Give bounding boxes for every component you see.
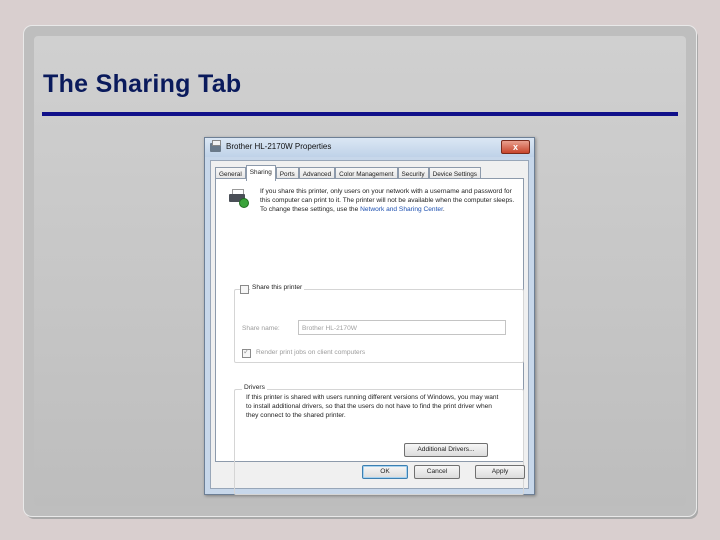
network-sharing-center-link[interactable]: Network and Sharing Center bbox=[360, 206, 443, 213]
cancel-button[interactable]: Cancel bbox=[414, 465, 460, 479]
title-rule bbox=[42, 112, 678, 116]
share-printer-checkbox[interactable] bbox=[240, 285, 249, 294]
printer-properties-dialog: Brother HL-2170W Properties x General Sh… bbox=[204, 137, 535, 495]
sharing-info-end: . bbox=[442, 206, 445, 214]
close-button[interactable]: x bbox=[501, 140, 530, 154]
additional-drivers-button[interactable]: Additional Drivers... bbox=[404, 443, 488, 457]
share-name-field[interactable]: Brother HL-2170W bbox=[298, 320, 506, 335]
ok-button[interactable]: OK bbox=[362, 465, 408, 479]
dialog-title: Brother HL-2170W Properties bbox=[226, 142, 332, 151]
share-printer-label: Share this printer bbox=[250, 284, 305, 291]
render-jobs-label: Render print jobs on client computers bbox=[256, 349, 366, 356]
sharing-tab-panel: If you share this printer, only users on… bbox=[215, 178, 524, 495]
render-jobs-checkbox[interactable] bbox=[242, 347, 251, 358]
drivers-info-text: If this printer is shared with users run… bbox=[246, 394, 499, 420]
share-name-label: Share name: bbox=[242, 325, 280, 332]
apply-button[interactable]: Apply bbox=[475, 465, 525, 479]
dialog-titlebar[interactable]: Brother HL-2170W Properties x bbox=[205, 138, 534, 157]
drivers-legend: Drivers bbox=[242, 384, 267, 391]
printer-share-icon bbox=[229, 189, 249, 208]
tab-sharing[interactable]: Sharing bbox=[245, 165, 276, 181]
dialog-client-area: General Sharing Ports Advanced Color Man… bbox=[210, 160, 529, 495]
tab-strip: General Sharing Ports Advanced Color Man… bbox=[215, 165, 524, 181]
slide-title: The Sharing Tab bbox=[43, 70, 242, 98]
sharing-info-text: If you share this printer, only users on… bbox=[260, 187, 516, 215]
printer-small-icon bbox=[210, 140, 221, 152]
